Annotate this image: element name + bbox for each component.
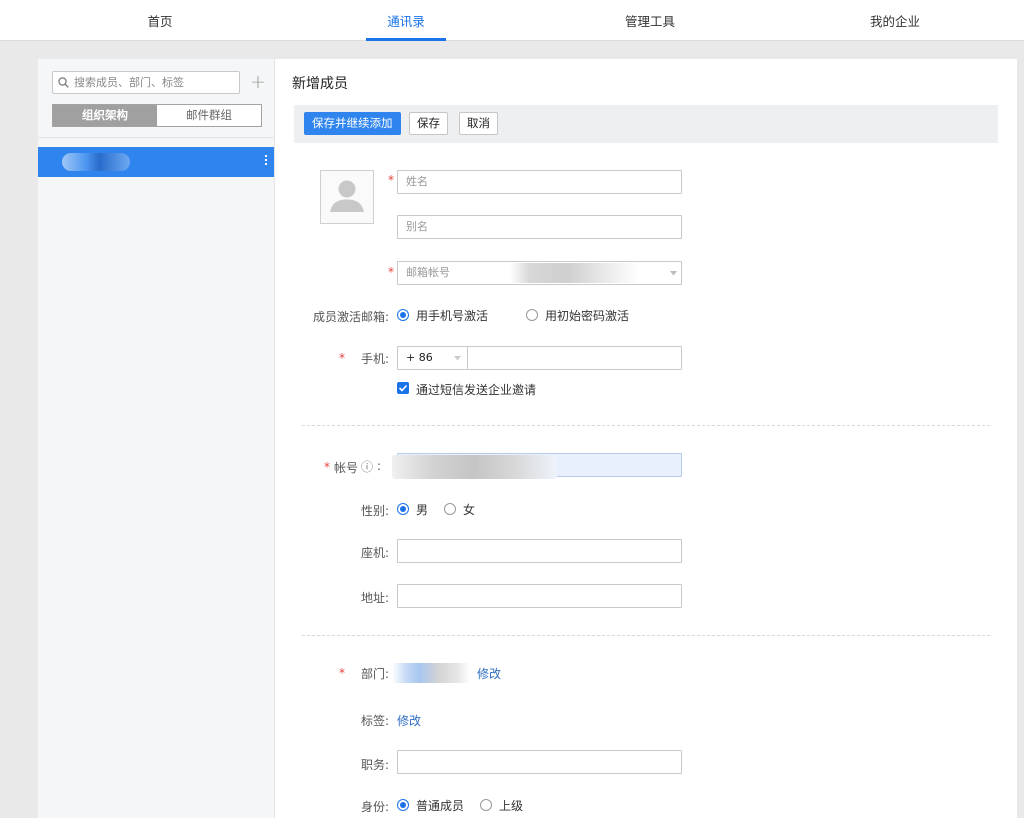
alias-field[interactable]: 别名 xyxy=(397,215,682,239)
segment-org-structure[interactable]: 组织架构 xyxy=(53,105,157,126)
country-code-select[interactable]: + 86 xyxy=(397,346,468,370)
save-and-continue-button[interactable]: 保存并继续添加 xyxy=(304,112,401,135)
required-mark: * xyxy=(339,666,345,680)
info-icon[interactable]: ⓘ xyxy=(361,458,373,475)
landline-label: 座机: xyxy=(360,546,389,560)
required-mark: * xyxy=(388,173,394,187)
redacted-account xyxy=(392,455,557,479)
required-mark: * xyxy=(324,460,330,474)
tags-label: 标签: xyxy=(360,714,389,728)
radio-identity-regular[interactable] xyxy=(397,799,409,811)
search-input[interactable]: 搜索成员、部门、标签 xyxy=(52,71,240,94)
org-tree-item-selected[interactable] xyxy=(38,147,274,177)
sidebar: 搜索成员、部门、标签 + 组织架构 邮件群组 xyxy=(38,59,275,818)
radio-identity-superior-label: 上级 xyxy=(499,799,524,813)
chevron-down-icon[interactable] xyxy=(670,271,677,276)
view-switcher: 组织架构 邮件群组 xyxy=(52,104,262,127)
edit-tags-link[interactable]: 修改 xyxy=(397,712,421,729)
cancel-button[interactable]: 取消 xyxy=(459,112,498,135)
redacted-department xyxy=(392,663,470,683)
checkbox-checked-icon[interactable] xyxy=(397,382,409,394)
tab-contacts[interactable]: 通讯录 xyxy=(356,0,456,41)
search-icon xyxy=(58,77,69,88)
name-field[interactable]: 姓名 xyxy=(397,170,682,194)
tab-admin-tools[interactable]: 管理工具 xyxy=(600,0,700,41)
redacted-email-domain xyxy=(510,263,638,283)
save-button[interactable]: 保存 xyxy=(409,112,448,135)
name-placeholder: 姓名 xyxy=(406,175,428,188)
alias-placeholder: 别名 xyxy=(406,220,428,233)
identity-label: 身份: xyxy=(360,800,389,814)
segment-mail-groups[interactable]: 邮件群组 xyxy=(157,105,261,126)
phone-field[interactable] xyxy=(467,346,682,370)
email-placeholder: 邮箱帐号 xyxy=(406,266,450,279)
address-field[interactable] xyxy=(397,584,682,608)
landline-field[interactable] xyxy=(397,539,682,563)
chevron-down-icon xyxy=(454,356,461,361)
avatar-placeholder-icon xyxy=(330,180,364,212)
radio-gender-female-label: 女 xyxy=(463,503,476,517)
redacted-org-name xyxy=(62,153,130,171)
department-label: 部门: xyxy=(360,667,389,681)
sms-invite-label: 通过短信发送企业邀请 xyxy=(416,383,537,397)
activation-label: 成员激活邮箱: xyxy=(312,310,389,324)
gender-label: 性别: xyxy=(360,504,389,518)
radio-identity-superior[interactable] xyxy=(480,799,492,811)
account-colon: : xyxy=(377,459,382,473)
page-title: 新增成员 xyxy=(292,76,348,92)
radio-identity-regular-label: 普通成员 xyxy=(416,799,465,813)
tab-my-company[interactable]: 我的企业 xyxy=(845,0,945,41)
radio-gender-male[interactable] xyxy=(397,503,409,515)
country-code-value: + 86 xyxy=(406,351,433,364)
radio-activate-by-password[interactable] xyxy=(526,309,538,321)
main-panel: 新增成员 保存并继续添加 保存 取消 * 姓名 别名 * 邮箱帐号 成员激活邮箱… xyxy=(275,59,1017,818)
edit-department-link[interactable]: 修改 xyxy=(477,665,501,682)
required-mark: * xyxy=(339,351,345,365)
more-vertical-icon[interactable] xyxy=(264,153,268,171)
tab-home[interactable]: 首页 xyxy=(110,0,210,41)
position-field[interactable] xyxy=(397,750,682,774)
radio-gender-male-label: 男 xyxy=(416,503,429,517)
radio-activate-by-phone[interactable] xyxy=(397,309,409,321)
email-field[interactable]: 邮箱帐号 xyxy=(397,261,682,285)
section-divider xyxy=(302,635,990,636)
account-field[interactable] xyxy=(392,453,682,479)
form-toolbar: 保存并继续添加 保存 取消 xyxy=(294,105,998,143)
address-label: 地址: xyxy=(360,591,389,605)
search-placeholder: 搜索成员、部门、标签 xyxy=(74,76,184,89)
radio-activate-by-password-label: 用初始密码激活 xyxy=(545,309,630,323)
plus-icon[interactable]: + xyxy=(250,70,266,94)
radio-gender-female[interactable] xyxy=(444,503,456,515)
radio-activate-by-phone-label: 用手机号激活 xyxy=(416,309,489,323)
position-label: 职务: xyxy=(360,758,389,772)
avatar-upload[interactable] xyxy=(320,170,374,224)
divider xyxy=(38,137,274,138)
section-divider xyxy=(302,425,990,426)
top-nav: 首页 通讯录 管理工具 我的企业 xyxy=(0,0,1024,41)
account-label: 帐号 xyxy=(334,461,359,475)
phone-label: 手机: xyxy=(360,352,389,366)
required-mark: * xyxy=(388,265,394,279)
